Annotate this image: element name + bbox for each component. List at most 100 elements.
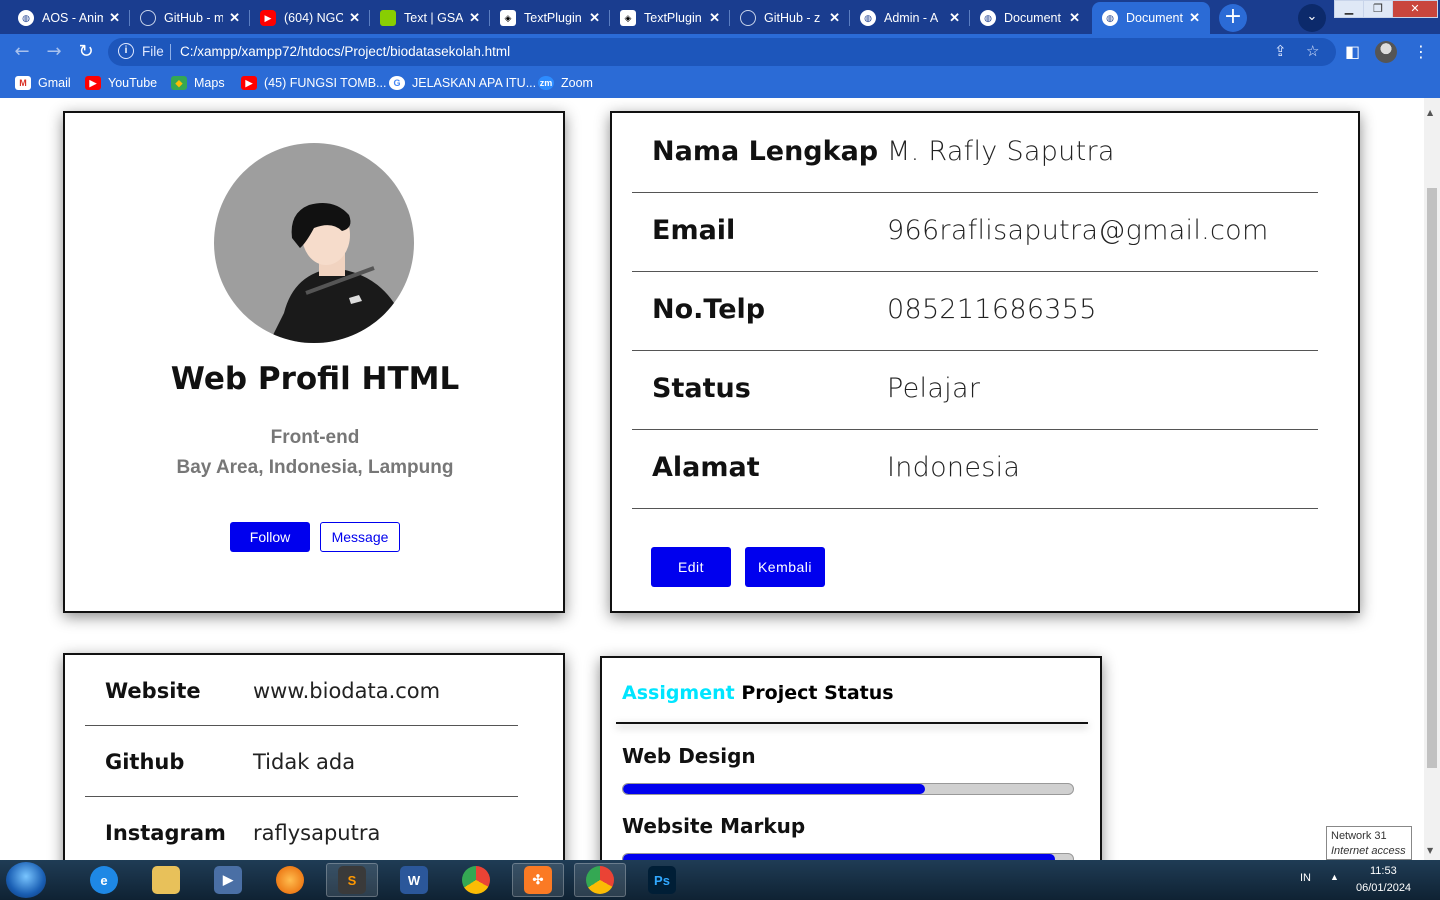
skill-label: Web Design (622, 744, 756, 768)
globe-icon: ◍ (18, 10, 34, 26)
google-icon: G (389, 76, 405, 90)
media-player-icon[interactable]: ▶ (202, 863, 254, 897)
biodata-value: Indonesia (887, 452, 1021, 483)
share-icon[interactable]: ⇪ (1274, 42, 1287, 60)
github-icon (140, 10, 156, 26)
globe-icon: ◍ (860, 10, 876, 26)
social-label: Github (105, 750, 185, 774)
back-button[interactable]: ← (12, 42, 32, 62)
close-tab-icon[interactable]: ✕ (589, 10, 600, 26)
tab-admin[interactable]: ◍ Admin - A ✕ (850, 2, 970, 34)
clover-icon (380, 10, 396, 26)
firefox-icon[interactable] (264, 863, 316, 897)
tab-textplugin-2[interactable]: ◈ TextPlugin ✕ (610, 2, 730, 34)
photoshop-icon[interactable]: Ps (636, 863, 688, 897)
reload-button[interactable]: ↻ (76, 42, 96, 62)
taskbar: e ▶ S W ✣ Ps IN ▲ 11:53 06/01/2024 (0, 860, 1440, 900)
close-tab-icon[interactable]: ✕ (469, 10, 480, 26)
message-button[interactable]: Message (320, 522, 400, 552)
social-label: Website (105, 679, 201, 703)
tab-gsap-text[interactable]: Text | GSA ✕ (370, 2, 490, 34)
close-tab-icon[interactable]: ✕ (109, 10, 120, 26)
xampp-icon[interactable]: ✣ (512, 863, 564, 897)
address-bar[interactable]: i File C:/xampp/xampp72/htdocs/Project/b… (108, 38, 1336, 66)
skill-progress-fill (623, 784, 925, 794)
biodata-label: Status (652, 373, 751, 404)
file-explorer-icon[interactable] (140, 863, 192, 897)
close-tab-icon[interactable]: ✕ (1189, 10, 1200, 26)
bookmark-jelaskan[interactable]: G JELASKAN APA ITU... (389, 76, 536, 90)
social-value: raflysaputra (253, 821, 381, 845)
language-indicator[interactable]: IN (1300, 872, 1311, 884)
page-viewport: Web Profil HTML Front-end Bay Area, Indo… (0, 98, 1424, 860)
page-scrollbar[interactable]: ▲ ▼ (1424, 98, 1440, 860)
gmail-icon: M (15, 76, 31, 90)
word-icon[interactable]: W (388, 863, 440, 897)
tray-expand-icon[interactable]: ▲ (1330, 872, 1339, 882)
tab-github-1[interactable]: GitHub - m ✕ (130, 2, 250, 34)
bookmark-gmail[interactable]: M Gmail (15, 76, 71, 90)
profile-avatar[interactable] (1375, 41, 1397, 63)
social-value: www.biodata.com (253, 679, 441, 703)
maximize-button[interactable]: ❐ (1363, 0, 1393, 18)
tab-textplugin-1[interactable]: ◈ TextPlugin ✕ (490, 2, 610, 34)
tab-youtube[interactable]: ▶ (604) NGO ✕ (250, 2, 370, 34)
scrollbar-thumb[interactable] (1427, 188, 1437, 768)
bookmarks-bar: M Gmail ▶ YouTube ◆ Maps ▶ (45) FUNGSI TOMB.… (0, 70, 1440, 98)
globe-icon: ◍ (980, 10, 996, 26)
new-tab-button[interactable]: + (1219, 4, 1247, 32)
divider (616, 722, 1088, 724)
close-tab-icon[interactable]: ✕ (829, 10, 840, 26)
social-row-website: Website www.biodata.com (85, 655, 518, 726)
bookmark-star-icon[interactable]: ☆ (1306, 42, 1319, 60)
profile-location: Bay Area, Indonesia, Lampung (176, 457, 454, 478)
minimize-button[interactable]: ▁ (1334, 0, 1364, 18)
biodata-row-email: Email 966raflisaputra@gmail.com (632, 193, 1318, 272)
side-panel-icon[interactable]: ◧ (1345, 42, 1360, 61)
close-tab-icon[interactable]: ✕ (349, 10, 360, 26)
close-tab-icon[interactable]: ✕ (949, 10, 960, 26)
bookmark-youtube[interactable]: ▶ YouTube (85, 76, 157, 90)
close-window-button[interactable]: ✕ (1392, 0, 1438, 18)
scroll-down-icon[interactable]: ▼ (1427, 846, 1433, 855)
youtube-icon: ▶ (260, 10, 276, 26)
info-icon[interactable]: i (118, 43, 134, 59)
forward-button[interactable]: → (44, 42, 64, 62)
internet-explorer-icon[interactable]: e (78, 863, 130, 897)
project-status-title: Assigment Project Status (622, 682, 894, 704)
codepen-icon: ◈ (500, 10, 516, 26)
profile-role: Front-end (270, 427, 360, 448)
edit-button[interactable]: Edit (651, 547, 731, 587)
chrome-icon[interactable] (574, 863, 626, 897)
tab-github-2[interactable]: GitHub - z ✕ (730, 2, 850, 34)
biodata-label: Alamat (652, 452, 760, 483)
bookmark-zoom[interactable]: zm Zoom (538, 76, 593, 90)
menu-kebab-icon[interactable]: ⋮ (1413, 42, 1429, 61)
toolbar: ← → ↻ i File C:/xampp/xampp72/htdocs/Pro… (0, 34, 1440, 70)
social-label: Instagram (105, 821, 226, 845)
clock-date[interactable]: 06/01/2024 (1356, 882, 1411, 894)
project-status-card: Assigment Project Status Web Design Webs… (600, 656, 1102, 860)
close-tab-icon[interactable]: ✕ (229, 10, 240, 26)
bookmark-fungsi-tombol[interactable]: ▶ (45) FUNGSI TOMB... (241, 76, 386, 90)
profile-name: Web Profil HTML (170, 361, 460, 397)
follow-button[interactable]: Follow (230, 522, 310, 552)
tab-document-1[interactable]: ◍ Document ✕ (970, 2, 1090, 34)
clock-time[interactable]: 11:53 (1370, 865, 1397, 877)
tab-document-active[interactable]: ◍ Document ✕ (1092, 2, 1210, 34)
biodata-value: 085211686355 (887, 294, 1097, 325)
url-text[interactable]: C:/xampp/xampp72/htdocs/Project/biodatas… (180, 44, 510, 59)
sublime-text-icon[interactable]: S (326, 863, 378, 897)
biodata-label: No.Telp (652, 294, 766, 325)
scroll-up-icon[interactable]: ▲ (1427, 108, 1433, 117)
tab-aos[interactable]: ◍ AOS - Anim ✕ (8, 2, 130, 34)
close-tab-icon[interactable]: ✕ (1069, 10, 1080, 26)
kembali-button[interactable]: Kembali (745, 547, 825, 587)
close-tab-icon[interactable]: ✕ (709, 10, 720, 26)
biodata-row-alamat: Alamat Indonesia (632, 430, 1318, 509)
tab-search-button[interactable]: ⌄ (1298, 4, 1326, 32)
chrome-icon[interactable] (450, 863, 502, 897)
biodata-row-status: Status Pelajar (632, 351, 1318, 430)
bookmark-maps[interactable]: ◆ Maps (171, 76, 225, 90)
start-button[interactable] (6, 862, 46, 898)
